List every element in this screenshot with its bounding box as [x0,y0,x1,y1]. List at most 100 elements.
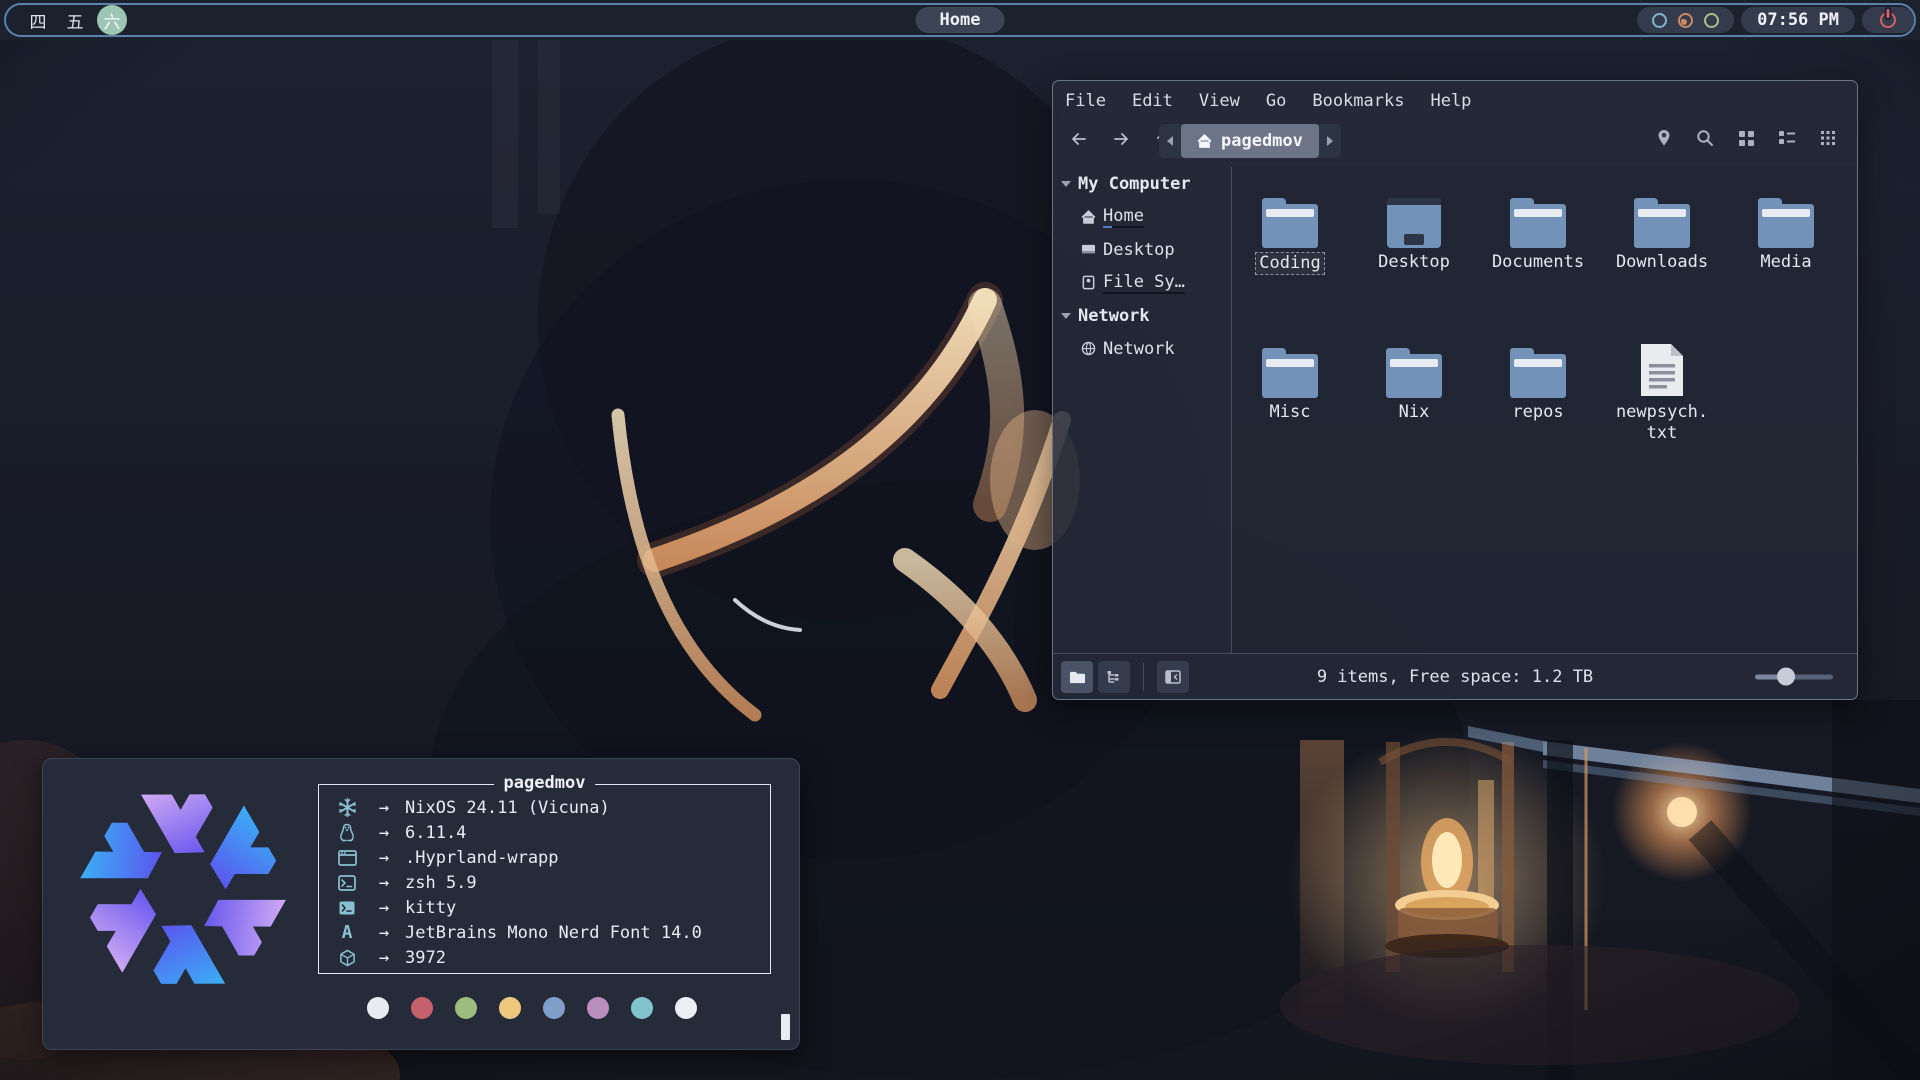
fetch-row-wm: → .Hyprland-wrapp [331,845,764,870]
back-button[interactable] [1067,127,1091,151]
palette-dot-1 [411,997,433,1019]
focus-tick [1103,226,1112,228]
wm-value: .Hyprland-wrapp [405,848,559,868]
palette-dot-5 [587,997,609,1019]
os-value: NixOS 24.11 (Vicuna) [405,798,610,818]
location-pin-icon [1656,129,1672,147]
arrow: → [363,823,405,843]
file-list: Coding Desktop Documents Downloads Media… [1232,167,1856,653]
sidebar-item-filesystem[interactable]: File Sy… [1053,266,1231,299]
palette-dot-2 [455,997,477,1019]
collapse-caret-icon [1061,313,1071,319]
workspace-5[interactable]: 五 [60,5,90,35]
menu-file[interactable]: File [1065,91,1106,111]
fetch-info-box: pagedmov → NixOS 24.11 (Vicuna) → 6.11.4… [318,784,771,974]
breadcrumb-scroll-left[interactable] [1159,124,1181,158]
sidebar-group-network[interactable]: Network [1053,299,1231,332]
file-item-newpsych-txt[interactable]: newpsych. txt [1609,336,1715,444]
search-button[interactable] [1696,129,1714,147]
fetch-row-shell: → zsh 5.9 [331,870,764,895]
menu-edit[interactable]: Edit [1132,91,1173,111]
arrow: → [363,923,405,943]
forward-button[interactable] [1109,127,1133,151]
grid-view-icon [1738,130,1755,147]
breadcrumb-scroll-right[interactable] [1319,124,1341,158]
file-label: Desktop [1378,252,1450,273]
status-bar: 四 五 六 Home 07:56 PM [0,0,1920,40]
fetch-row-os: → NixOS 24.11 (Vicuna) [331,795,764,820]
home-icon [1197,134,1212,148]
file-label: newpsych. txt [1616,402,1708,444]
arrow-left-icon [1069,129,1089,149]
terminal-cursor[interactable] [781,1014,790,1040]
icon-view-button[interactable] [1737,129,1755,147]
location-button[interactable] [1655,129,1673,147]
font-value: JetBrains Mono Nerd Font 14.0 [405,923,702,943]
breadcrumb-label: pagedmov [1221,131,1303,151]
status-bar-fm: 9 items, Free space: 1.2 TB [1053,653,1857,699]
window-manager-icon [338,850,357,866]
menu-bookmarks[interactable]: Bookmarks [1312,91,1404,111]
file-item-documents[interactable]: Documents [1485,186,1591,273]
menu-go[interactable]: Go [1266,91,1286,111]
menu-view[interactable]: View [1199,91,1240,111]
file-label: Nix [1399,402,1430,423]
file-item-desktop[interactable]: Desktop [1361,186,1467,273]
list-view-button[interactable] [1778,129,1796,147]
folder-icon [1262,354,1318,398]
compact-view-button[interactable] [1819,129,1837,147]
icon-size-slider[interactable] [1755,674,1833,679]
workspace-6-active[interactable]: 六 [97,5,127,35]
kernel-value: 6.11.4 [405,823,466,843]
system-indicators[interactable] [1637,7,1734,33]
menu-help[interactable]: Help [1430,91,1471,111]
arrow: → [363,798,405,818]
file-label: repos [1512,402,1563,423]
sidebar-item-network[interactable]: Network [1053,332,1231,365]
sidebar-group-my-computer[interactable]: My Computer [1053,167,1231,200]
path-breadcrumb: pagedmov [1159,124,1341,158]
nix-snowflake-icon [338,798,357,817]
file-item-misc[interactable]: Misc [1237,336,1343,423]
palette-dot-7 [675,997,697,1019]
chevron-right-icon [1327,136,1333,146]
chevron-left-icon [1167,136,1173,146]
sidebar: My Computer Home Desktop File Sy… Networ… [1053,167,1231,653]
network-globe-icon [1081,341,1096,356]
fetch-row-kernel: → 6.11.4 [331,820,764,845]
sidebar-item-label: Desktop [1103,240,1175,260]
fetch-row-terminal: → kitty [331,895,764,920]
power-button[interactable] [1862,7,1914,33]
home-icon [1081,210,1096,224]
sidebar-item-home[interactable]: Home [1053,200,1231,233]
tux-icon [339,823,355,842]
clock: 07:56 PM [1741,7,1855,33]
text-file-icon [1639,342,1685,398]
sidebar-item-desktop[interactable]: Desktop [1053,233,1231,266]
sidebar-item-label: Home [1103,206,1144,228]
arrow-right-icon [1111,129,1131,149]
arrow: → [363,948,405,968]
active-window-title: Home [916,7,1005,33]
file-item-downloads[interactable]: Downloads [1609,186,1715,273]
menu-bar: File Edit View Go Bookmarks Help [1065,87,1471,115]
sidebar-group-label: Network [1078,306,1150,326]
fetch-username: pagedmov [494,773,596,793]
font-icon: A [331,922,363,943]
workspace-4[interactable]: 四 [23,5,53,35]
file-item-nix[interactable]: Nix [1361,336,1467,423]
file-item-media[interactable]: Media [1733,186,1839,273]
sidebar-group-label: My Computer [1078,174,1191,194]
file-item-repos[interactable]: repos [1485,336,1591,423]
shell-value: zsh 5.9 [405,873,477,893]
packages-value: 3972 [405,948,446,968]
indicator-circle-teal-icon [1652,13,1667,28]
breadcrumb-current[interactable]: pagedmov [1181,124,1319,158]
file-item-coding[interactable]: Coding [1237,186,1343,275]
package-icon [339,949,356,967]
palette-dot-4 [543,997,565,1019]
collapse-caret-icon [1061,181,1071,187]
folder-icon [1262,204,1318,248]
slider-knob[interactable] [1777,668,1795,686]
fetch-row-packages: → 3972 [331,945,764,970]
